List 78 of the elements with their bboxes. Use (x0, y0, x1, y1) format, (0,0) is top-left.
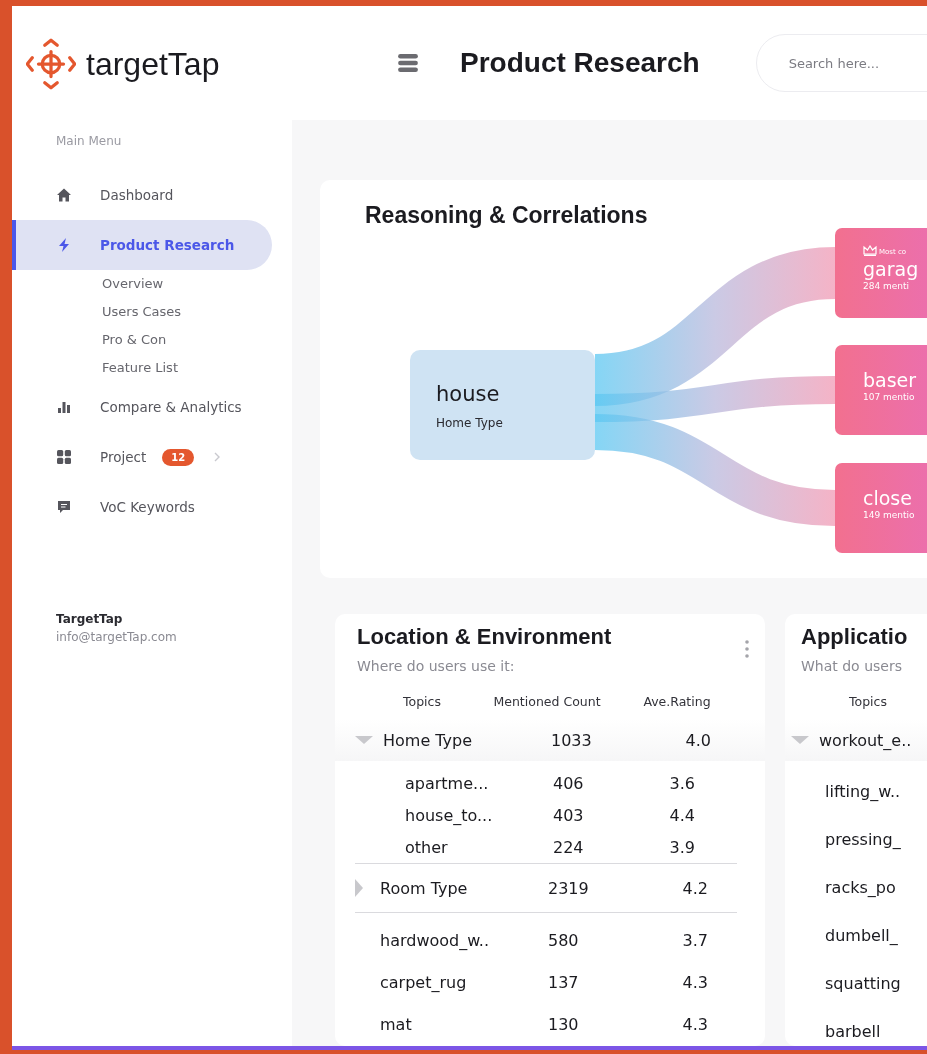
node-name: house (436, 382, 501, 406)
search-field[interactable]: Search here... (755, 34, 927, 92)
panel-title: Applicatio (801, 624, 908, 650)
node-category: Home Type (436, 416, 504, 430)
page-title: Product Research (460, 47, 700, 79)
table-cell-text: squatting (825, 973, 902, 993)
table-cell-text: 224 (553, 837, 585, 857)
table-cell-text: house_to... (405, 805, 494, 825)
nav-item[interactable]: Project 12 (12, 432, 272, 482)
grid-icon (56, 449, 72, 465)
mention-count: 284 menti (863, 281, 911, 291)
table-cell-text: mat (380, 1014, 413, 1034)
company-name: TargetTap (56, 612, 124, 626)
bar-chart-icon (56, 399, 72, 415)
table-cell-text: 4.2 (681, 878, 708, 898)
column-header: Topics (402, 694, 442, 709)
table-cell-text: Room Type (380, 878, 469, 898)
table-cell-text: 130 (548, 1014, 580, 1034)
table-cell-text: racks_po (825, 877, 897, 897)
table-cell-text: 3.7 (681, 930, 708, 950)
table-cell-text: workout_e.. (819, 730, 913, 750)
column-header: Mentioned Count (492, 694, 602, 709)
source-node[interactable]: house Home Type (410, 350, 595, 460)
brand-name: targetTap (86, 45, 220, 83)
bolt-icon (56, 237, 72, 253)
chat-icon (56, 499, 72, 515)
menu-icon[interactable] (398, 54, 418, 72)
home-icon (56, 187, 72, 203)
table-cell-text: carpet_rug (380, 972, 468, 992)
table-cell-text: 406 (553, 773, 585, 793)
count-badge: 12 (162, 448, 195, 466)
table-cell-text: 403 (553, 805, 585, 825)
table-cell-text: dumbell_ (825, 925, 899, 945)
section-label: Main Menu (56, 134, 123, 148)
table-cell-text: Home Type (383, 730, 474, 750)
table-cell-text: 2319 (548, 878, 590, 898)
node-name: close (863, 487, 913, 509)
table-cell-text: 3.9 (668, 837, 695, 857)
email-address: info@targetTap.com (56, 630, 178, 644)
column-header: Ave.Rating (642, 694, 712, 709)
caret-right-icon[interactable] (355, 879, 363, 897)
table-cell-text: hardwood_w.. (380, 930, 490, 950)
sub-nav-item[interactable]: Overview (12, 270, 292, 298)
table-cell-text: 4.4 (668, 805, 695, 825)
nav-item[interactable]: Product Research (12, 220, 272, 270)
table-cell-text: 580 (548, 930, 580, 950)
caret-down-icon[interactable] (791, 736, 809, 744)
nav-item[interactable]: Compare & Analytics (12, 382, 272, 432)
column-header: Topics (848, 694, 888, 709)
nav-item[interactable]: Dashboard (12, 170, 272, 220)
nav-item[interactable]: VoC Keywords (12, 482, 272, 532)
table-cell-text: pressing_ (825, 829, 902, 849)
panel-subtitle: Where do users use it: (357, 658, 516, 674)
card-title: Reasoning & Correlations (365, 202, 649, 229)
sub-nav-item[interactable]: Feature List (12, 354, 292, 382)
table-cell-text: 137 (548, 972, 580, 992)
caret-down-icon[interactable] (355, 736, 373, 744)
mention-count: 149 mentio (863, 510, 916, 520)
table-cell-text: 4.3 (681, 1014, 708, 1034)
table-cell-text: 4.3 (681, 972, 708, 992)
sub-nav-item[interactable]: Users Cases (12, 298, 292, 326)
panel-subtitle: What do users (801, 658, 903, 674)
sub-nav-item[interactable]: Pro & Con (12, 326, 292, 354)
table-cell-text: other (405, 837, 449, 857)
crown-icon (863, 245, 877, 256)
mention-count: 107 mentio (863, 392, 916, 402)
table-cell-text: barbell (825, 1021, 882, 1041)
table-cell-text: apartme... (405, 773, 490, 793)
panel-title: Location & Environment (357, 624, 612, 650)
more-options-icon[interactable] (745, 639, 749, 659)
chevron-right-icon[interactable] (214, 452, 221, 462)
target-logo-icon (26, 36, 76, 92)
table-cell-text: lifting_w.. (825, 781, 902, 801)
node-name: baser (863, 369, 918, 391)
table-cell-text: 4.0 (684, 730, 711, 750)
table-cell-text: 3.6 (668, 773, 695, 793)
table-cell-text: 1033 (551, 730, 593, 750)
node-name: garag (863, 258, 920, 280)
